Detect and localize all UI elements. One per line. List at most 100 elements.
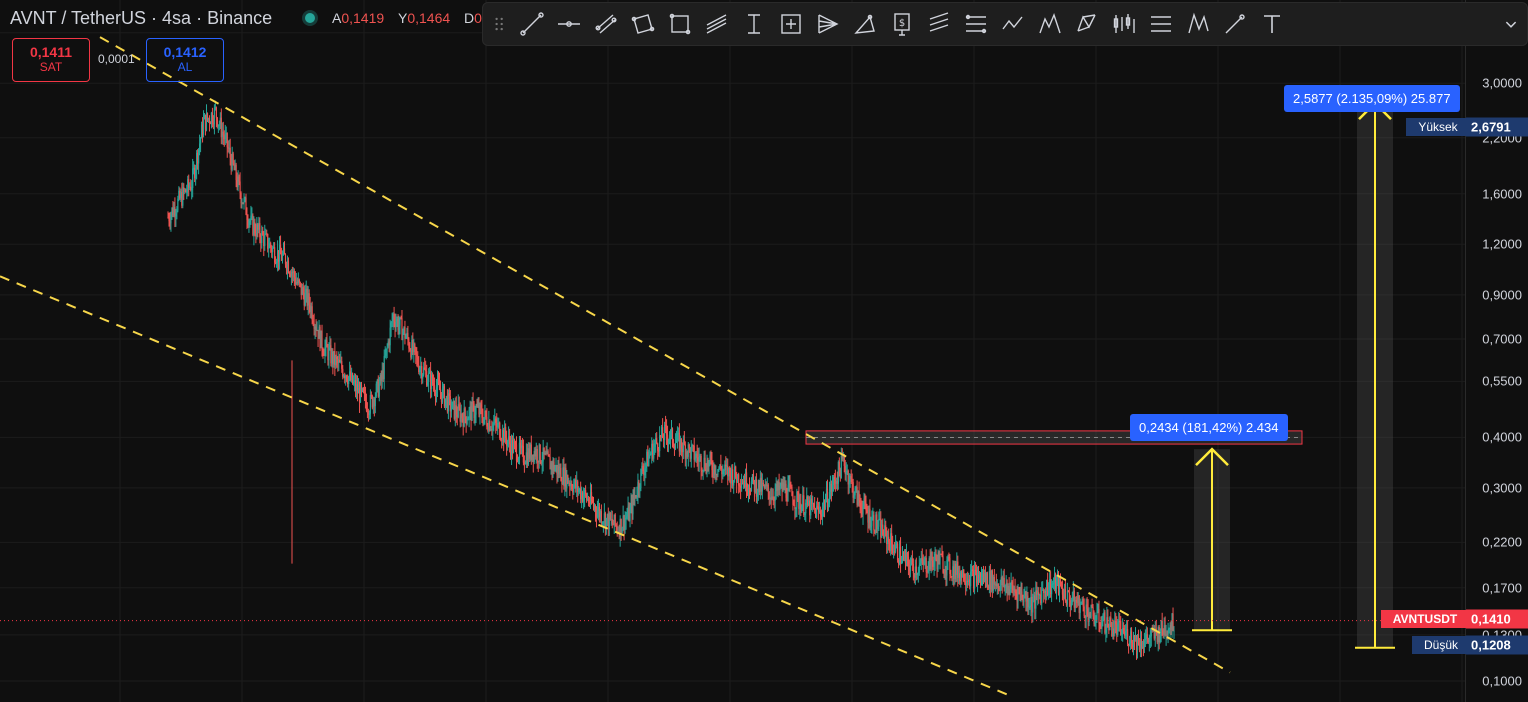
candle-body: [927, 570, 929, 573]
candle-body: [232, 153, 234, 164]
brush-icon[interactable]: [1218, 8, 1251, 41]
candle-body: [859, 500, 861, 503]
candle-body: [243, 198, 245, 204]
date-price-range-icon[interactable]: [737, 8, 770, 41]
candle-body: [497, 423, 499, 428]
rectangle-icon[interactable]: [663, 8, 696, 41]
collapse-chevron-icon[interactable]: [1499, 8, 1523, 41]
price-range-dollar-icon[interactable]: $: [885, 8, 918, 41]
y-tick-label: 0,4000: [1482, 429, 1522, 445]
pitchfork-icon[interactable]: [811, 8, 844, 41]
candle-body: [224, 134, 226, 140]
candle-body: [304, 292, 306, 306]
candle-body: [365, 401, 368, 411]
candle-body: [206, 112, 209, 120]
candle-body: [517, 457, 520, 462]
xabcd-pattern-icon[interactable]: [1070, 8, 1103, 41]
candle-body: [1014, 588, 1016, 593]
grip-icon[interactable]: [489, 8, 511, 41]
candle-body: [964, 581, 966, 583]
high-value: 2,6791: [1466, 117, 1528, 137]
rotated-rectangle-icon[interactable]: [626, 8, 659, 41]
price-chart[interactable]: [0, 0, 1466, 702]
horizontal-levels-icon[interactable]: [1144, 8, 1177, 41]
candle-body: [424, 367, 426, 370]
candle-body: [1091, 604, 1093, 608]
candle-body: [941, 554, 943, 557]
candle-body: [264, 234, 266, 247]
candle-body: [451, 401, 453, 410]
candle-body: [287, 261, 290, 273]
bars-pattern-icon[interactable]: [1107, 8, 1140, 41]
candle-body: [448, 393, 450, 397]
candle-body: [972, 569, 974, 571]
candle-body: [450, 409, 452, 412]
candle-body: [997, 583, 999, 589]
candle-body: [1149, 636, 1151, 638]
candle-body: [669, 430, 672, 439]
candle-body: [1168, 628, 1170, 630]
candle-body: [838, 461, 840, 470]
candle-body: [1080, 602, 1082, 604]
candle-body: [427, 381, 429, 386]
fib-extension-icon[interactable]: [922, 8, 955, 41]
parallel-bands-icon[interactable]: [700, 8, 733, 41]
buy-label: AL: [177, 60, 193, 74]
candle-body: [398, 325, 400, 331]
candle-body: [399, 317, 401, 326]
triangle-pattern-icon[interactable]: [848, 8, 881, 41]
candle-body: [860, 502, 862, 511]
elliott-wave-icon[interactable]: [1033, 8, 1066, 41]
candle-body: [1173, 630, 1175, 632]
sell-price: 0,1411: [29, 44, 73, 60]
candle-body: [1079, 603, 1081, 613]
candle-body: [1098, 608, 1100, 624]
price-axis[interactable]: 4,00003,00002,20001,60001,20000,90000,70…: [1465, 0, 1528, 702]
candle-body: [1099, 623, 1101, 627]
candle-body: [270, 243, 272, 248]
wave-icon[interactable]: [996, 8, 1029, 41]
fib-levels-icon[interactable]: [959, 8, 992, 41]
measure-label-small[interactable]: 0,2434 (181,42%) 2.434: [1130, 414, 1288, 441]
candle-body: [245, 197, 247, 215]
market-open-indicator: [305, 13, 315, 23]
candle-body: [222, 131, 224, 136]
candle-body: [843, 456, 845, 466]
y-tick-label: 0,3000: [1482, 480, 1522, 496]
candle-body: [1102, 619, 1104, 623]
buy-button[interactable]: 0,1412 AL: [146, 38, 224, 82]
y-tick-label: 1,6000: [1482, 186, 1522, 202]
candle-body: [711, 460, 713, 471]
candle-body: [547, 451, 549, 455]
candle-body: [821, 507, 824, 517]
candle-body: [636, 495, 638, 498]
trend-line-icon[interactable]: [515, 8, 548, 41]
candle-body: [587, 498, 590, 503]
network-pattern-icon[interactable]: [1181, 8, 1214, 41]
text-tool-icon[interactable]: [1255, 8, 1288, 41]
candle-body: [188, 179, 190, 188]
candle-body: [385, 348, 387, 356]
candle-body: [733, 480, 735, 486]
candle-body: [1086, 604, 1088, 609]
candle-body: [594, 505, 597, 513]
candle-body: [246, 214, 248, 220]
measure-label-large[interactable]: 2,5877 (2.135,09%) 25.877: [1284, 85, 1460, 112]
candle-body: [393, 314, 395, 322]
candle-body: [602, 522, 604, 524]
crosshair-range-icon[interactable]: [774, 8, 807, 41]
candle-body: [238, 176, 240, 182]
candle-body: [895, 544, 897, 552]
high-tag: Yüksek: [1406, 118, 1470, 136]
candle-body: [866, 510, 868, 514]
candle-body: [1023, 595, 1025, 603]
parallel-channel-icon[interactable]: [589, 8, 622, 41]
candle-body: [489, 420, 491, 431]
candle-body: [175, 213, 177, 217]
candle-body: [364, 392, 367, 402]
candle-body: [1068, 592, 1070, 601]
candle-body: [466, 420, 468, 424]
horizontal-ray-icon[interactable]: [552, 8, 585, 41]
candle-body: [805, 502, 807, 514]
sell-button[interactable]: 0,1411 SAT: [12, 38, 90, 82]
